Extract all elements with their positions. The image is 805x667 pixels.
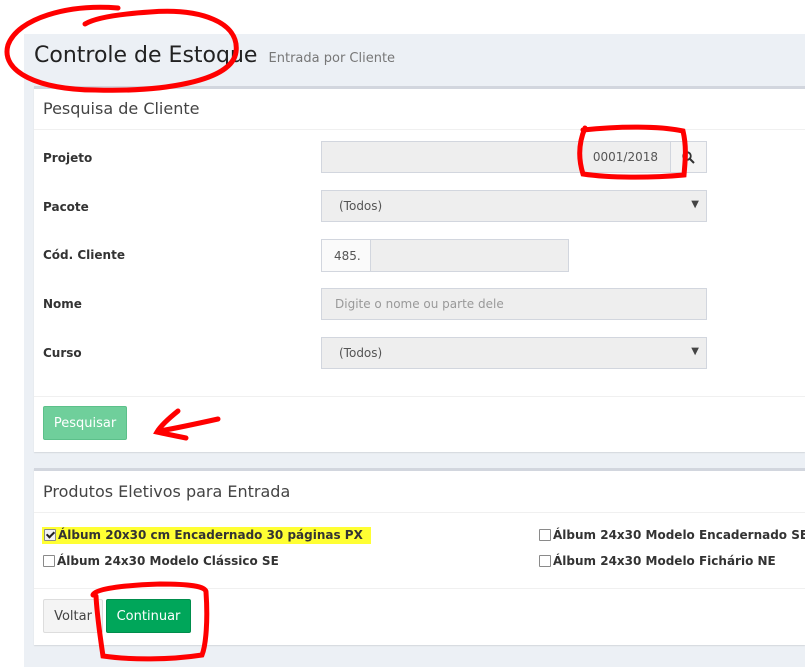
divider (34, 588, 805, 589)
product-item-3[interactable]: Álbum 24x30 Modelo Clássico SE (43, 554, 279, 568)
divider (34, 512, 805, 513)
continue-button[interactable]: Continuar (106, 599, 191, 633)
pacote-select[interactable]: (Todos) ▼ (321, 190, 707, 222)
page-title: Controle de Estoque (34, 43, 258, 68)
product-label: Álbum 20x30 cm Encadernado 30 páginas PX (58, 528, 363, 542)
nome-input[interactable]: Digite o nome ou parte dele (321, 288, 707, 320)
product-label: Álbum 24x30 Modelo Encadernado SE (553, 528, 805, 542)
curso-selected: (Todos) (339, 346, 383, 360)
product-checkbox[interactable] (43, 555, 55, 567)
projeto-value: 0001/2018 (592, 150, 658, 164)
cod-cliente-input[interactable] (371, 239, 569, 272)
nome-placeholder: Digite o nome ou parte dele (335, 297, 504, 311)
product-checkbox[interactable] (539, 529, 551, 541)
customer-search-panel: Pesquisa de Cliente Projeto 0001/2018 Pa… (34, 86, 805, 452)
product-item-4[interactable]: Álbum 24x30 Modelo Fichário NE (539, 554, 776, 568)
panel-title: Pesquisa de Cliente (43, 99, 200, 118)
product-label: Álbum 24x30 Modelo Clássico SE (57, 554, 279, 568)
page-header: Controle de Estoque Entrada por Cliente (34, 43, 395, 68)
back-button[interactable]: Voltar (43, 599, 103, 633)
divider (34, 396, 805, 397)
elective-products-panel: Produtos Eletivos para Entrada Álbum 20x… (34, 468, 805, 645)
search-button[interactable]: Pesquisar (43, 406, 127, 440)
projeto-label: Projeto (43, 151, 93, 165)
pacote-selected: (Todos) (339, 199, 383, 213)
pacote-label: Pacote (43, 200, 89, 214)
product-checkbox[interactable] (539, 555, 551, 567)
divider (34, 129, 805, 130)
cod-cliente-prefix: 485. (321, 239, 371, 272)
search-icon (682, 151, 695, 164)
projeto-input[interactable]: 0001/2018 (321, 141, 671, 173)
page-subtitle: Entrada por Cliente (268, 51, 396, 66)
chevron-down-icon: ▼ (691, 199, 699, 210)
chevron-down-icon: ▼ (691, 346, 699, 357)
product-label: Álbum 24x30 Modelo Fichário NE (553, 554, 776, 568)
cod-cliente-prefix-text: 485. (334, 249, 361, 263)
curso-label: Curso (43, 346, 82, 360)
product-item-1[interactable]: Álbum 20x30 cm Encadernado 30 páginas PX (42, 527, 371, 544)
product-checkbox[interactable] (44, 529, 56, 541)
projeto-search-button[interactable] (671, 141, 707, 173)
panel-title: Produtos Eletivos para Entrada (43, 482, 291, 501)
product-item-2[interactable]: Álbum 24x30 Modelo Encadernado SE (539, 528, 805, 542)
nome-label: Nome (43, 297, 82, 311)
cod-cliente-label: Cód. Cliente (43, 248, 125, 262)
highlight-mark: Álbum 20x30 cm Encadernado 30 páginas PX (42, 527, 371, 544)
content-area: Controle de Estoque Entrada por Cliente … (24, 34, 805, 667)
curso-select[interactable]: (Todos) ▼ (321, 337, 707, 369)
